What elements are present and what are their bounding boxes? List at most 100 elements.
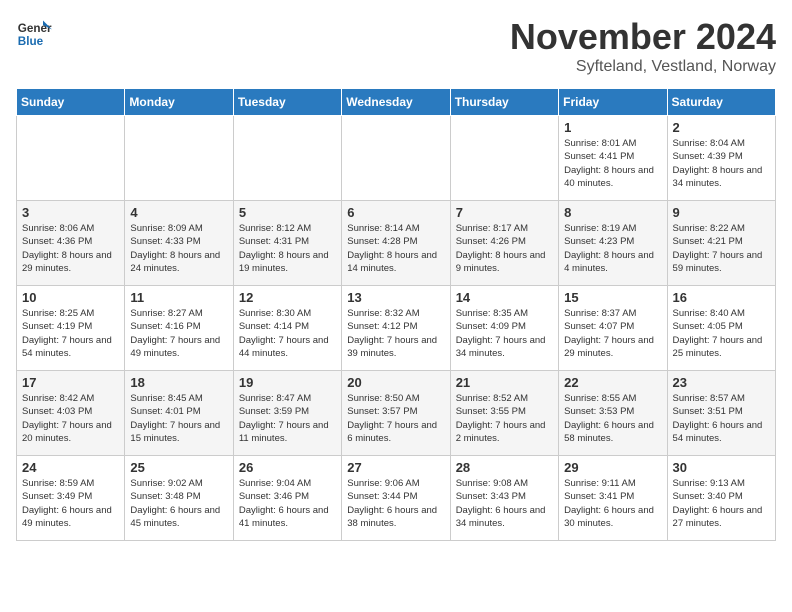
day-cell: 26 Sunrise: 9:04 AM Sunset: 3:46 PM Dayli…: [233, 456, 341, 541]
day-info: Sunrise: 8:50 AM Sunset: 3:57 PM Dayligh…: [347, 392, 444, 445]
day-info: Sunrise: 8:27 AM Sunset: 4:16 PM Dayligh…: [130, 307, 227, 360]
day-number: 11: [130, 290, 227, 305]
day-info: Sunrise: 8:55 AM Sunset: 3:53 PM Dayligh…: [564, 392, 661, 445]
day-number: 25: [130, 460, 227, 475]
day-info: Sunrise: 8:40 AM Sunset: 4:05 PM Dayligh…: [673, 307, 770, 360]
day-cell: 27Sunrise: 9:06 AM Sunset: 3:44 PM Dayli…: [342, 456, 450, 541]
day-header-sunday: Sunday: [17, 89, 125, 116]
week-row-4: 17Sunrise: 8:42 AM Sunset: 4:03 PM Dayli…: [17, 371, 776, 456]
day-info: Sunrise: 8:22 AM Sunset: 4:21 PM Dayligh…: [673, 222, 770, 275]
day-cell: 19 Sunrise: 8:47 AM Sunset: 3:59 PM Dayli…: [233, 371, 341, 456]
day-cell: 13 Sunrise: 8:32 AM Sunset: 4:12 PM Dayli…: [342, 286, 450, 371]
day-number: 18: [130, 375, 227, 390]
day-info: Sunrise: 8:47 AM Sunset: 3:59 PM Dayligh…: [239, 392, 336, 445]
day-info: Sunrise: 8:30 AM Sunset: 4:14 PM Dayligh…: [239, 307, 336, 360]
day-number: 21: [456, 375, 553, 390]
day-cell: 6Sunrise: 8:14 AM Sunset: 4:28 PM Daylig…: [342, 201, 450, 286]
day-cell: 20 Sunrise: 8:50 AM Sunset: 3:57 PM Dayli…: [342, 371, 450, 456]
day-cell: 10 Sunrise: 8:25 AM Sunset: 4:19 PM Dayli…: [17, 286, 125, 371]
day-number: 9: [673, 205, 770, 220]
day-cell: [450, 116, 558, 201]
day-info: Sunrise: 8:19 AM Sunset: 4:23 PM Dayligh…: [564, 222, 661, 275]
day-cell: 29 Sunrise: 9:11 AM Sunset: 3:41 PM Dayli…: [559, 456, 667, 541]
day-info: Sunrise: 8:42 AM Sunset: 4:03 PM Dayligh…: [22, 392, 119, 445]
day-cell: 17Sunrise: 8:42 AM Sunset: 4:03 PM Dayli…: [17, 371, 125, 456]
day-number: 14: [456, 290, 553, 305]
day-cell: 25 Sunrise: 9:02 AM Sunset: 3:48 PM Dayli…: [125, 456, 233, 541]
day-number: 20: [347, 375, 444, 390]
week-row-5: 24 Sunrise: 8:59 AM Sunset: 3:49 PM Dayli…: [17, 456, 776, 541]
day-info: Sunrise: 8:12 AM Sunset: 4:31 PM Dayligh…: [239, 222, 336, 275]
logo: General Blue: [16, 16, 52, 52]
day-info: Sunrise: 9:04 AM Sunset: 3:46 PM Dayligh…: [239, 477, 336, 530]
day-cell: 2 Sunrise: 8:04 AM Sunset: 4:39 PM Daylig…: [667, 116, 775, 201]
week-row-1: 1Sunrise: 8:01 AM Sunset: 4:41 PM Daylig…: [17, 116, 776, 201]
svg-text:General: General: [18, 22, 52, 35]
day-number: 22: [564, 375, 661, 390]
day-info: Sunrise: 8:06 AM Sunset: 4:36 PM Dayligh…: [22, 222, 119, 275]
day-number: 8: [564, 205, 661, 220]
day-number: 1: [564, 120, 661, 135]
day-number: 3: [22, 205, 119, 220]
day-cell: 4 Sunrise: 8:09 AM Sunset: 4:33 PM Daylig…: [125, 201, 233, 286]
day-number: 7: [456, 205, 553, 220]
day-header-monday: Monday: [125, 89, 233, 116]
day-header-tuesday: Tuesday: [233, 89, 341, 116]
day-cell: [125, 116, 233, 201]
day-info: Sunrise: 8:17 AM Sunset: 4:26 PM Dayligh…: [456, 222, 553, 275]
day-cell: 15 Sunrise: 8:37 AM Sunset: 4:07 PM Dayli…: [559, 286, 667, 371]
header: General Blue November 2024 Syfteland, Ve…: [16, 16, 776, 76]
day-number: 13: [347, 290, 444, 305]
location: Syfteland, Vestland, Norway: [510, 58, 776, 76]
day-number: 16: [673, 290, 770, 305]
day-info: Sunrise: 8:09 AM Sunset: 4:33 PM Dayligh…: [130, 222, 227, 275]
day-info: Sunrise: 8:57 AM Sunset: 3:51 PM Dayligh…: [673, 392, 770, 445]
day-cell: 14 Sunrise: 8:35 AM Sunset: 4:09 PM Dayli…: [450, 286, 558, 371]
day-cell: 1Sunrise: 8:01 AM Sunset: 4:41 PM Daylig…: [559, 116, 667, 201]
day-info: Sunrise: 8:04 AM Sunset: 4:39 PM Dayligh…: [673, 137, 770, 190]
day-cell: 16 Sunrise: 8:40 AM Sunset: 4:05 PM Dayli…: [667, 286, 775, 371]
title-area: November 2024 Syfteland, Vestland, Norwa…: [510, 16, 776, 76]
day-cell: 3 Sunrise: 8:06 AM Sunset: 4:36 PM Daylig…: [17, 201, 125, 286]
svg-text:Blue: Blue: [18, 35, 44, 48]
day-number: 19: [239, 375, 336, 390]
day-cell: 8 Sunrise: 8:19 AM Sunset: 4:23 PM Daylig…: [559, 201, 667, 286]
day-cell: 23 Sunrise: 8:57 AM Sunset: 3:51 PM Dayli…: [667, 371, 775, 456]
day-number: 2: [673, 120, 770, 135]
day-cell: 28Sunrise: 9:08 AM Sunset: 3:43 PM Dayli…: [450, 456, 558, 541]
day-number: 4: [130, 205, 227, 220]
day-number: 15: [564, 290, 661, 305]
day-info: Sunrise: 9:06 AM Sunset: 3:44 PM Dayligh…: [347, 477, 444, 530]
day-number: 10: [22, 290, 119, 305]
day-number: 24: [22, 460, 119, 475]
day-header-wednesday: Wednesday: [342, 89, 450, 116]
day-cell: [233, 116, 341, 201]
day-number: 30: [673, 460, 770, 475]
week-row-2: 3 Sunrise: 8:06 AM Sunset: 4:36 PM Daylig…: [17, 201, 776, 286]
day-cell: 9 Sunrise: 8:22 AM Sunset: 4:21 PM Daylig…: [667, 201, 775, 286]
day-number: 12: [239, 290, 336, 305]
day-info: Sunrise: 8:45 AM Sunset: 4:01 PM Dayligh…: [130, 392, 227, 445]
day-info: Sunrise: 8:25 AM Sunset: 4:19 PM Dayligh…: [22, 307, 119, 360]
day-info: Sunrise: 8:37 AM Sunset: 4:07 PM Dayligh…: [564, 307, 661, 360]
day-number: 26: [239, 460, 336, 475]
day-number: 5: [239, 205, 336, 220]
month-title: November 2024: [510, 16, 776, 58]
day-info: Sunrise: 9:02 AM Sunset: 3:48 PM Dayligh…: [130, 477, 227, 530]
day-cell: 11 Sunrise: 8:27 AM Sunset: 4:16 PM Dayli…: [125, 286, 233, 371]
day-info: Sunrise: 8:35 AM Sunset: 4:09 PM Dayligh…: [456, 307, 553, 360]
day-info: Sunrise: 9:11 AM Sunset: 3:41 PM Dayligh…: [564, 477, 661, 530]
day-number: 23: [673, 375, 770, 390]
logo-icon: General Blue: [16, 16, 52, 52]
day-info: Sunrise: 8:59 AM Sunset: 3:49 PM Dayligh…: [22, 477, 119, 530]
day-info: Sunrise: 8:32 AM Sunset: 4:12 PM Dayligh…: [347, 307, 444, 360]
day-cell: 24 Sunrise: 8:59 AM Sunset: 3:49 PM Dayli…: [17, 456, 125, 541]
day-info: Sunrise: 8:14 AM Sunset: 4:28 PM Dayligh…: [347, 222, 444, 275]
day-cell: [342, 116, 450, 201]
day-cell: 7 Sunrise: 8:17 AM Sunset: 4:26 PM Daylig…: [450, 201, 558, 286]
day-header-friday: Friday: [559, 89, 667, 116]
day-cell: [17, 116, 125, 201]
day-cell: 22 Sunrise: 8:55 AM Sunset: 3:53 PM Dayli…: [559, 371, 667, 456]
header-row: SundayMondayTuesdayWednesdayThursdayFrid…: [17, 89, 776, 116]
day-number: 29: [564, 460, 661, 475]
